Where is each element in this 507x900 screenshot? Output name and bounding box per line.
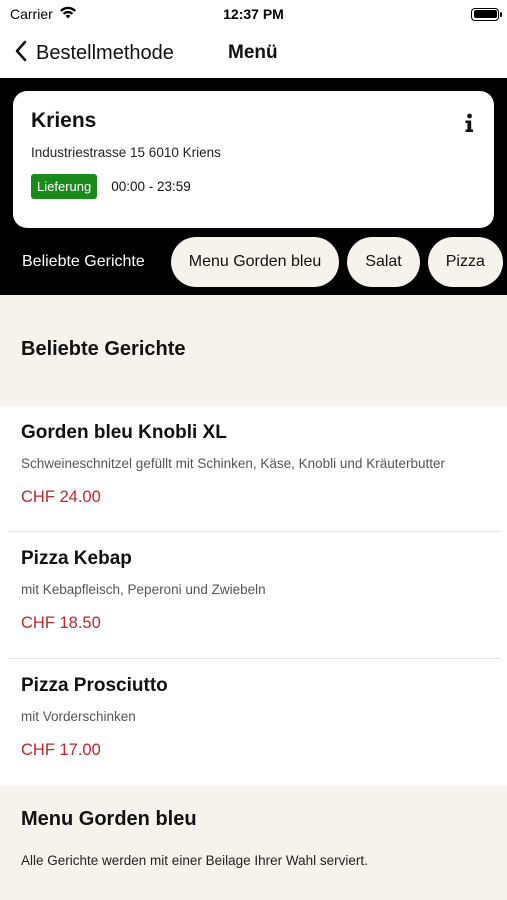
dish-name: Pizza Kebap	[21, 548, 132, 569]
dish-name: Pizza Prosciutto	[21, 675, 168, 696]
category-pill-pizza[interactable]: Pizza	[427, 237, 503, 287]
section-header: Menu Gorden bleu Alle Gerichte werden mi…	[0, 786, 507, 900]
back-button[interactable]: Bestellmethode	[0, 40, 174, 67]
status-bar: Carrier 12:37 PM	[0, 0, 507, 28]
dish-price: CHF 17.00	[21, 741, 101, 759]
chevron-left-icon	[14, 40, 28, 67]
store-name: Kriens	[31, 109, 97, 132]
section-title: Menu Gorden bleu	[21, 808, 197, 830]
section-note: Alle Gerichte werden mit einer Beilage I…	[21, 853, 368, 868]
section-title: Beliebte Gerichte	[21, 338, 186, 360]
dish-description: Schweineschnitzel gefüllt mit Schinken, …	[21, 456, 445, 471]
delivery-badge: Lieferung	[31, 174, 98, 199]
dish-price: CHF 24.00	[21, 488, 101, 506]
battery-icon	[471, 7, 502, 21]
back-label: Bestellmethode	[36, 41, 174, 64]
dish-item[interactable]: Pizza Prosciutto mit Vorderschinken CHF …	[0, 659, 507, 786]
page-title: Menü	[228, 42, 278, 63]
dish-item[interactable]: Gorden bleu Knobli XL Schweineschnitzel …	[0, 406, 507, 532]
store-address: Industriestrasse 15 6010 Kriens	[31, 145, 221, 160]
dish-item[interactable]: Pizza Kebap mit Kebapfleisch, Peperoni u…	[0, 532, 507, 659]
category-pill-menu-gorden-bleu[interactable]: Menu Gorden bleu	[170, 237, 340, 287]
nav-bar: Bestellmethode Menü	[0, 28, 507, 78]
category-bar: Beliebte Gerichte Menu Gorden bleu Salat…	[0, 236, 507, 288]
dish-description: mit Vorderschinken	[21, 709, 136, 724]
store-card: Kriens Industriestrasse 15 6010 Kriens L…	[13, 91, 494, 228]
status-time: 12:37 PM	[223, 6, 284, 22]
store-header: Kriens Industriestrasse 15 6010 Kriens L…	[0, 78, 507, 295]
info-icon[interactable]	[464, 113, 474, 138]
category-tab-active[interactable]: Beliebte Gerichte	[22, 253, 145, 271]
section-header: Beliebte Gerichte	[0, 295, 507, 406]
dish-description: mit Kebapfleisch, Peperoni und Zwiebeln	[21, 582, 266, 597]
dish-name: Gorden bleu Knobli XL	[21, 422, 227, 443]
store-status-row: Lieferung 00:00 - 23:59	[31, 174, 476, 199]
category-pill-salat[interactable]: Salat	[347, 237, 420, 287]
dish-price: CHF 18.50	[21, 614, 101, 632]
opening-hours: 00:00 - 23:59	[111, 179, 191, 194]
